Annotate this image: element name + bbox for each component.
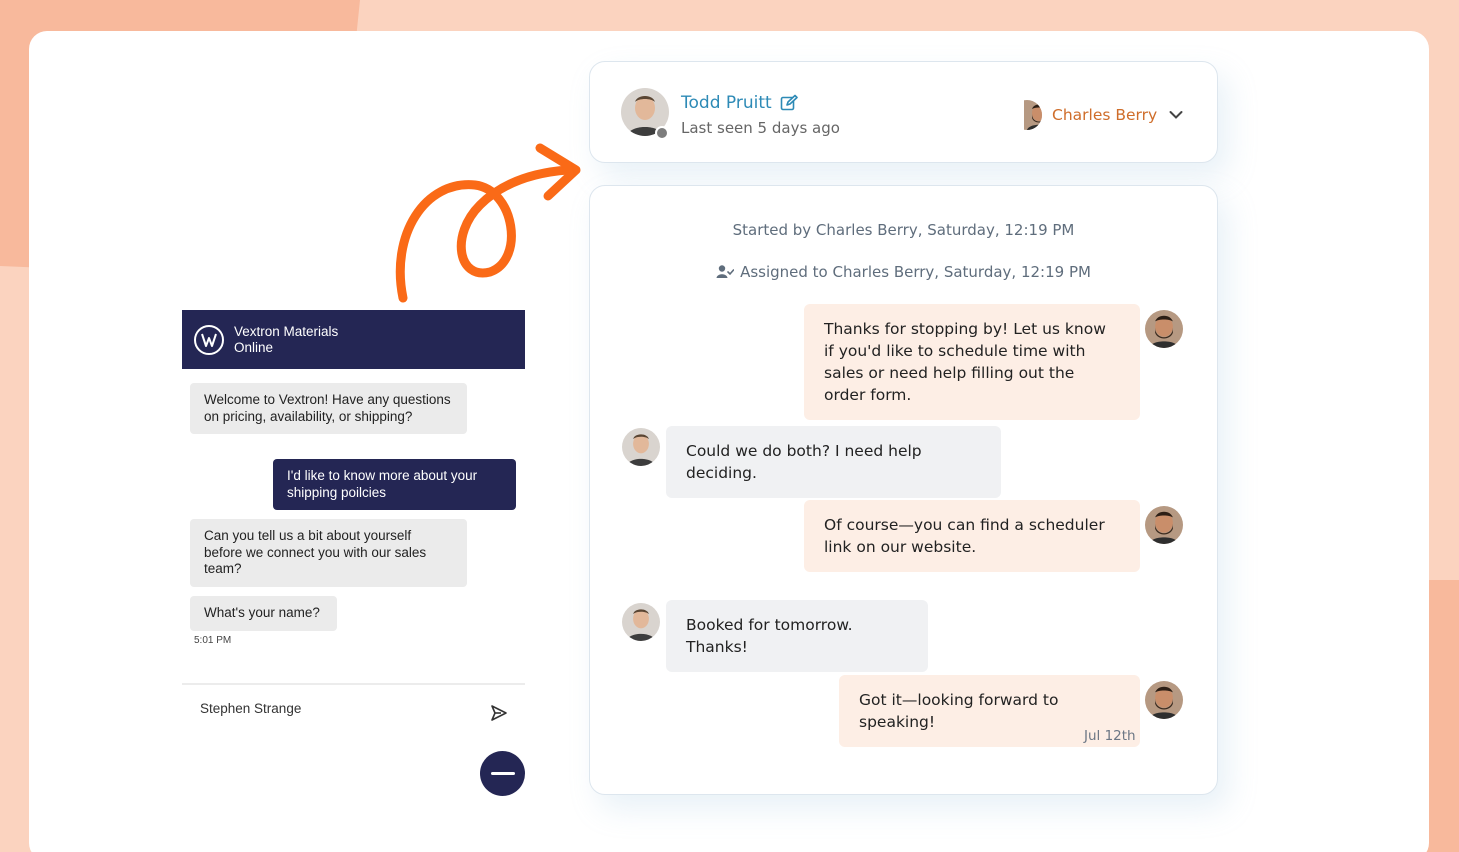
contact-avatar — [622, 428, 660, 466]
bot-message: Can you tell us a bit about yourself bef… — [190, 519, 467, 587]
assigned-text: Assigned to Charles Berry, Saturday, 12:… — [740, 263, 1091, 281]
contact-name: Todd Pruitt — [681, 93, 772, 113]
conversation-started: Started by Charles Berry, Saturday, 12:1… — [732, 221, 1075, 239]
last-seen: Last seen 5 days ago — [681, 119, 840, 137]
company-name: Vextron Materials — [234, 323, 339, 339]
contact-avatar — [622, 603, 660, 641]
minus-icon — [490, 772, 515, 775]
status-dot — [655, 126, 669, 140]
send-icon[interactable] — [490, 704, 508, 722]
minimize-button[interactable] — [480, 751, 525, 796]
user-check-icon — [716, 265, 735, 278]
widget-header: Vextron Materials Online — [182, 310, 525, 369]
company-logo-icon — [194, 324, 224, 355]
agent-avatar — [1145, 506, 1183, 544]
contact-message: Could we do both? I need help deciding. — [666, 426, 1001, 498]
curved-arrow-icon — [395, 143, 581, 303]
widget-title: Vextron Materials Online — [234, 324, 338, 356]
agent-avatar — [1145, 681, 1183, 719]
owner-name: Charles Berry — [1052, 106, 1158, 124]
contact-name-link[interactable]: Todd Pruitt — [681, 93, 798, 113]
conversation-date: Jul 12th — [1084, 728, 1136, 744]
contact-message: Booked for tomorrow. Thanks! — [666, 600, 928, 672]
bot-message: What's your name? — [190, 596, 337, 631]
agent-avatar — [1145, 310, 1183, 348]
agent-message: Thanks for stopping by! Let us know if y… — [804, 304, 1140, 420]
agent-message: Of course—you can find a scheduler link … — [804, 500, 1140, 572]
divider — [182, 683, 525, 685]
owner-avatar — [1012, 100, 1042, 130]
bot-message: Welcome to Vextron! Have any questions o… — [190, 383, 467, 434]
message-timestamp: 5:01 PM — [194, 635, 232, 646]
chevron-down-icon — [1169, 111, 1183, 119]
owner-dropdown[interactable]: Charles Berry — [1012, 100, 1183, 130]
user-message: I'd like to know more about your shippin… — [273, 459, 516, 510]
widget-status: Online — [234, 339, 274, 355]
edit-icon[interactable] — [780, 94, 798, 112]
chat-input[interactable] — [200, 698, 470, 718]
conversation-assigned: Assigned to Charles Berry, Saturday, 12:… — [589, 263, 1218, 281]
